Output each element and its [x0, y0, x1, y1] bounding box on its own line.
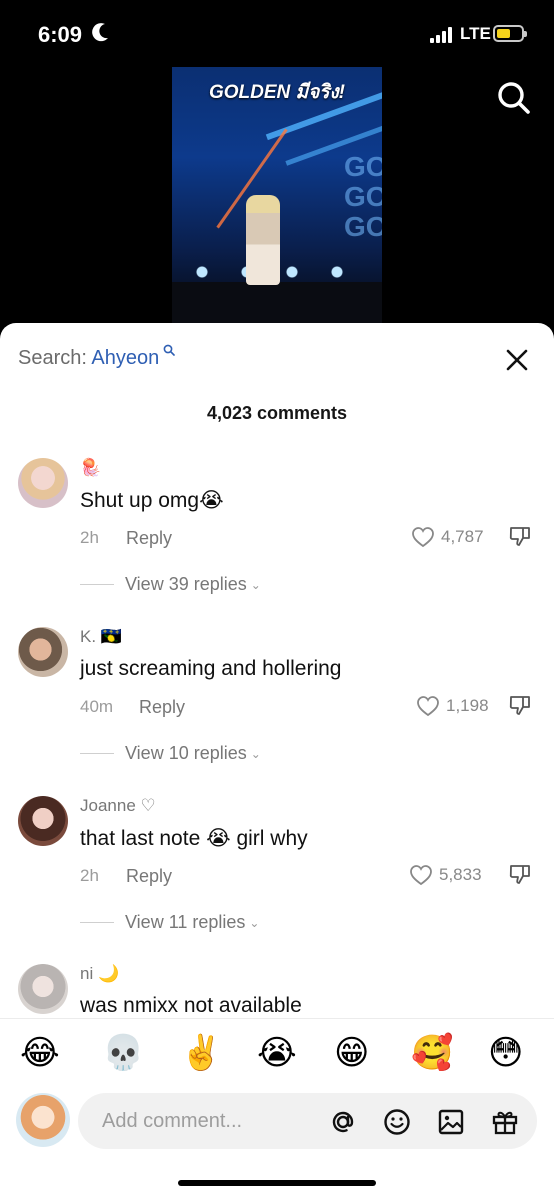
like-button[interactable]: 4,787	[411, 524, 484, 550]
emoji-button[interactable]: 💀	[102, 1033, 144, 1073]
avatar[interactable]	[18, 796, 68, 846]
search-icon[interactable]	[496, 80, 532, 116]
avatar[interactable]	[18, 458, 68, 508]
comment-author[interactable]: K. 🇬🇵	[80, 627, 122, 647]
like-button[interactable]: 5,833	[409, 862, 482, 888]
gift-icon[interactable]	[490, 1107, 520, 1137]
view-replies-button[interactable]: View 10 replies ⌄	[80, 743, 261, 764]
user-avatar[interactable]	[16, 1093, 70, 1147]
chevron-down-icon: ⌄	[249, 915, 260, 930]
like-button[interactable]: 1,198	[416, 693, 489, 719]
comment-text: just screaming and hollering	[80, 657, 342, 680]
status-time: 6:09	[38, 22, 83, 47]
emoji-icon[interactable]	[382, 1107, 412, 1137]
comment-input-row: Add comment...	[0, 1088, 554, 1200]
search-prefix: Search:	[18, 347, 92, 369]
quick-emoji-bar: 😂 💀 ✌️ 😭 😁 🥰 😳	[0, 1018, 554, 1088]
close-icon[interactable]	[502, 345, 532, 375]
comment-author[interactable]: Joanne ♡	[80, 796, 156, 816]
comment-count: 4,023 comments	[206, 403, 348, 423]
like-count: 5,833	[439, 865, 482, 884]
emoji-button[interactable]: 😳	[488, 1033, 523, 1073]
focus-moon-icon	[92, 22, 110, 48]
avatar[interactable]	[18, 627, 68, 677]
heart-icon	[410, 865, 432, 886]
image-icon[interactable]	[436, 1107, 466, 1137]
heart-icon	[412, 527, 434, 548]
view-replies-label: View 10 replies	[125, 743, 247, 763]
reply-button[interactable]: Reply	[139, 697, 185, 718]
view-replies-button[interactable]: View 11 replies ⌄	[80, 912, 259, 933]
comment-author[interactable]: 🪼	[80, 458, 101, 478]
dislike-icon[interactable]	[508, 524, 532, 548]
avatar[interactable]	[18, 964, 68, 1014]
dislike-icon[interactable]	[508, 862, 532, 886]
chevron-down-icon: ⌄	[250, 577, 261, 592]
dislike-icon[interactable]	[508, 693, 532, 717]
status-bar: 6:09 LTE	[0, 0, 554, 70]
search-query[interactable]: Ahyeon	[91, 347, 159, 369]
view-replies-button[interactable]: View 39 replies ⌄	[80, 574, 261, 595]
home-indicator	[178, 1180, 376, 1186]
comment-time: 40m	[80, 697, 114, 716]
view-replies-label: View 11 replies	[125, 912, 246, 932]
search-query-row[interactable]: Search: Ahyeon	[18, 344, 175, 370]
search-query-icon	[159, 344, 175, 359]
view-replies-label: View 39 replies	[125, 574, 247, 594]
comment-input[interactable]: Add comment...	[78, 1093, 537, 1149]
comment-input-placeholder: Add comment...	[102, 1110, 243, 1132]
battery-icon	[493, 25, 527, 42]
comment-time: 2h	[80, 528, 99, 547]
comments-sheet: Search: Ahyeon 4,023 comments 🪼 Shut up …	[0, 323, 554, 1200]
like-count: 4,787	[441, 527, 484, 546]
chevron-down-icon: ⌄	[250, 746, 261, 761]
reply-button[interactable]: Reply	[126, 528, 172, 549]
reply-button[interactable]: Reply	[126, 866, 172, 887]
comment-author[interactable]: ni 🌙	[80, 964, 119, 984]
comment-item: ni 🌙 was nmixx not available	[0, 964, 554, 1018]
comment-text: that last note 😭 girl why	[80, 827, 308, 850]
mention-icon[interactable]	[328, 1107, 358, 1137]
emoji-button[interactable]: 🥰	[411, 1033, 453, 1073]
heart-icon	[417, 696, 439, 717]
comment-time: 2h	[80, 866, 99, 885]
like-count: 1,198	[446, 696, 489, 715]
emoji-button[interactable]: 😭	[257, 1033, 297, 1073]
comment-text: was nmixx not available	[80, 994, 302, 1017]
emoji-button[interactable]: 😁	[334, 1033, 369, 1073]
video-preview[interactable]: GO GO GO GOLDEN มีจริง!	[172, 67, 382, 325]
emoji-button[interactable]: 😂	[20, 1033, 60, 1073]
cellular-signal-icon	[430, 27, 456, 43]
comment-text: Shut up omg😭	[80, 489, 224, 512]
stage-screen-text: GO GO GO	[344, 151, 382, 242]
performer	[246, 195, 280, 285]
emoji-button[interactable]: ✌️	[180, 1033, 222, 1073]
network-type: LTE	[460, 24, 491, 43]
video-overlay-title: GOLDEN มีจริง!	[208, 82, 346, 103]
